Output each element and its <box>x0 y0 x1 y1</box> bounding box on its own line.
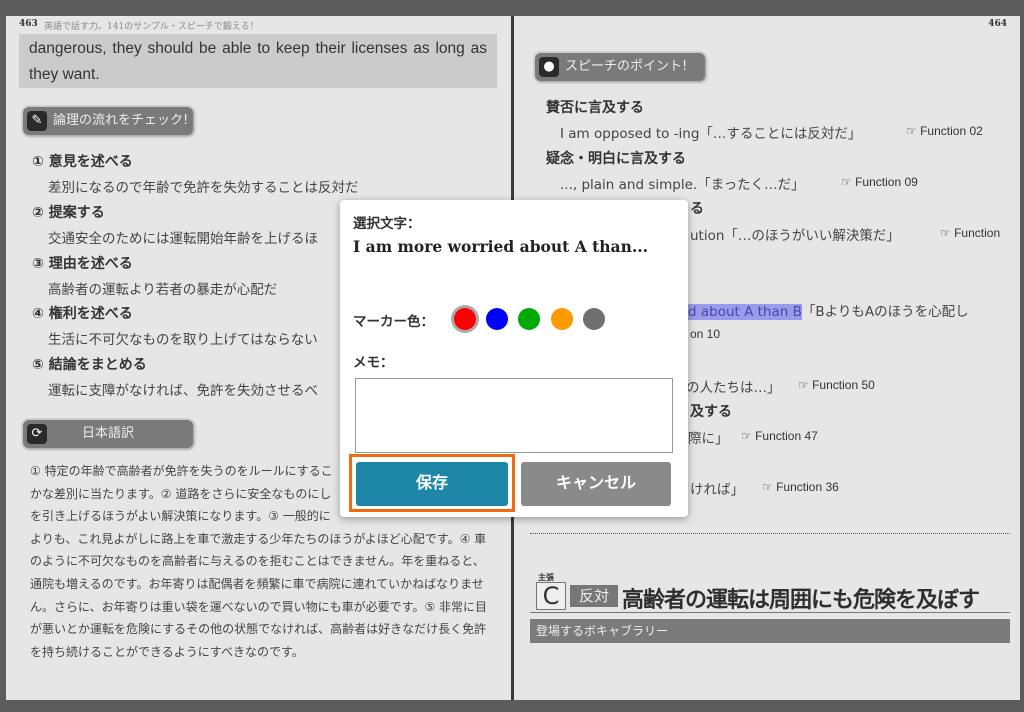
page-number: 463 <box>19 19 38 29</box>
vocab-bar: 登場するボキャブラリー <box>530 619 1010 643</box>
point-line: ution「…のほうがいい解決策だ」 <box>690 228 900 244</box>
function-ref[interactable]: ☞ Function 02 <box>906 124 983 138</box>
logic-text: 高齢者の運転より若者の暴走が心配だ <box>48 281 278 298</box>
quote-box: dangerous, they should be able to keep t… <box>19 34 497 88</box>
point-line: 際に」 <box>688 431 729 447</box>
translation-line: 通院も増えるのです。お年寄りは配偶者を頻繁に車で病院に連れていかねばなりませ <box>30 576 484 591</box>
point-line: の人たちは…」 <box>686 380 781 396</box>
badge-label: スピーチのポイント! <box>565 59 688 74</box>
marker-color-swatch[interactable] <box>550 308 573 330</box>
marker-color-swatch[interactable] <box>518 308 541 330</box>
running-head: 英語で話す力。141のサンプル・スピーチで鍛える！ <box>44 22 259 32</box>
logic-heading: ② 提案する <box>32 204 105 221</box>
pencil-icon: ✎ <box>27 111 47 131</box>
logic-text: 交通安全のためには運転開始年齢を上げるほ <box>48 230 318 247</box>
marker-color-label: マーカー色： <box>353 314 434 330</box>
selected-text: I am more worried about A than... <box>353 237 649 256</box>
claim-tag: 反対 <box>570 585 618 607</box>
logic-heading: ④ 権利を述べる <box>32 306 133 323</box>
memo-label: メモ： <box>353 355 394 371</box>
logic-heading: ③ 理由を述べる <box>32 255 133 272</box>
point-heading: 疑念・明白に言及する <box>546 151 686 167</box>
logic-text: 生活に不可欠なものを取り上げてはならない <box>48 332 318 349</box>
translation-line: のように不可欠なものを高齢者に与えるのを拒むことはできません。年を重ねると、 <box>30 554 485 569</box>
point-line: ければ」 <box>690 482 744 498</box>
speech-bubble-icon: ● <box>539 57 559 77</box>
memo-input[interactable] <box>355 378 673 453</box>
badge-label: 論理の流れをチェック! <box>53 113 189 128</box>
function-ref[interactable]: ☞ Function 09 <box>841 175 918 189</box>
function-ref[interactable]: ☞ Function 47 <box>741 429 818 443</box>
function-ref[interactable]: on 10 <box>690 327 720 341</box>
speech-points-badge: ● スピーチのポイント! <box>535 53 705 81</box>
page-number: 464 <box>988 19 1007 29</box>
divider <box>530 533 1010 534</box>
function-ref[interactable]: ☞ Function 50 <box>798 378 875 392</box>
logic-heading: ⑤ 結論をまとめる <box>32 357 147 374</box>
selected-label: 選択文字： <box>353 216 421 232</box>
translation-line: ん。さらに、お年寄りは重い袋を運べないので買い物にも車が必要です。⑤ 非常に目 <box>30 599 488 614</box>
logic-text: 差別になるので年齢で免許を失効することは反対だ <box>48 180 359 196</box>
point-line: ..., plain and simple.「まったく…だ」 <box>560 177 805 193</box>
logic-check-badge: ✎ 論理の流れをチェック! <box>23 107 193 135</box>
point-heading: る <box>690 201 704 217</box>
claim-letter: C <box>536 582 566 610</box>
point-line-highlighted: d about A than B「BよりもAのほうを心配し <box>688 304 969 320</box>
translation-line: よりも、これ見よがしに路上を車で激走する少年たちのほうがよほど心配です。④ 車 <box>30 531 487 546</box>
logic-heading: ① 意見を述べる <box>32 154 133 170</box>
point-heading: 賛否に言及する <box>546 100 644 116</box>
translation-line: を持ち続けることができるようにすべきなのです。 <box>30 644 304 659</box>
claim-title: 高齢者の運転は周囲にも危険を及ぼす <box>622 588 980 613</box>
marker-color-swatch[interactable] <box>582 308 605 330</box>
logic-text: 運転に支障がなければ、免許を失効させるべ <box>48 383 318 400</box>
refresh-icon: ⟳ <box>27 424 47 444</box>
marker-color-swatch-selected[interactable] <box>454 308 476 330</box>
function-ref[interactable]: ☞ Function <box>940 226 1000 240</box>
badge-label: 日本語訳 <box>81 426 134 441</box>
highlight-dialog: 選択文字： I am more worried about A than... … <box>340 200 688 517</box>
title-underline <box>530 612 1010 613</box>
translation-badge[interactable]: ⟳ 日本語訳 <box>23 420 193 448</box>
function-ref[interactable]: ☞ Function 36 <box>762 480 839 494</box>
translation-line: が悪いとか運転を危険にするその他の状態でなければ、高齢者は好きなだけ長く免許 <box>30 622 487 637</box>
highlighted-text[interactable]: d about A than B <box>688 304 802 320</box>
point-line: I am opposed to -ing「…することには反対だ」 <box>560 126 862 142</box>
cancel-button[interactable]: キャンセル <box>521 462 671 506</box>
marker-color-swatch[interactable] <box>486 308 509 330</box>
save-button[interactable]: 保存 <box>356 462 508 506</box>
